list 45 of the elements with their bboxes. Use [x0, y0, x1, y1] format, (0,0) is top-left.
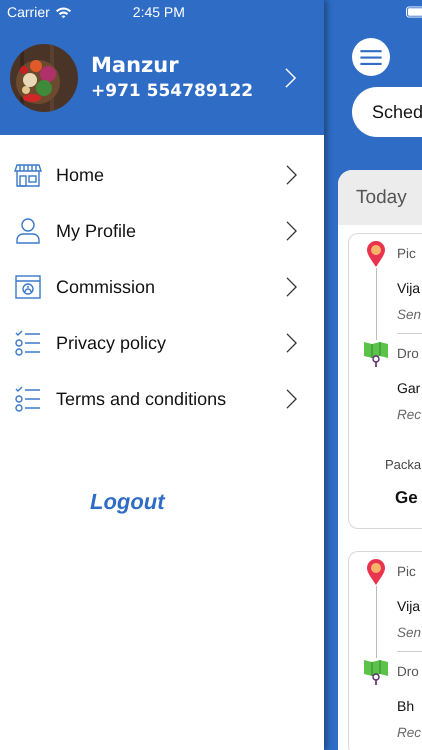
- pickup-label: Pic: [397, 245, 417, 263]
- order-card[interactable]: Pic Vija Sen Dro Gar Rec Packa Ge: [348, 233, 422, 529]
- sender-label: Sen: [397, 306, 422, 324]
- logout-link[interactable]: Logout: [90, 489, 165, 515]
- user-phone: +971 554789122: [91, 80, 254, 103]
- carrier-label: Carrier: [7, 4, 50, 20]
- menu-item[interactable]: Commission: [0, 259, 324, 315]
- drop-name: Gar: [397, 379, 422, 398]
- person-icon: [14, 217, 42, 245]
- map-pin-icon: [366, 558, 386, 586]
- menu-item[interactable]: Home: [0, 147, 324, 203]
- menu-item[interactable]: Terms and conditions: [0, 371, 324, 427]
- status-time: 2:45 PM: [132, 4, 185, 20]
- map-pin-icon: [366, 240, 386, 268]
- drop-label: Dro: [397, 663, 420, 681]
- package-type: Ge: [395, 488, 419, 508]
- map-icon: [363, 340, 389, 368]
- checklist-icon: [14, 385, 42, 413]
- browser-window-icon: [14, 273, 42, 301]
- drop-name: Bh: [397, 697, 416, 716]
- chevron-right-icon: [286, 276, 297, 298]
- menu-button[interactable]: [352, 38, 390, 76]
- tab[interactable]: Sched: [352, 87, 422, 137]
- map-icon: [363, 658, 389, 686]
- menu-item[interactable]: My Profile: [0, 203, 324, 259]
- receiver-label: Rec: [397, 406, 422, 424]
- section-header: Today: [338, 170, 422, 225]
- checklist-icon: [14, 329, 42, 357]
- sender-label: Sen: [397, 624, 422, 642]
- menu-item[interactable]: Privacy policy: [0, 315, 324, 371]
- pickup-label: Pic: [397, 563, 417, 581]
- order-card[interactable]: Pic Vija Sen Dro Bh Rec: [348, 551, 422, 750]
- chevron-right-icon: [286, 332, 297, 354]
- chevron-right-icon: [286, 164, 297, 186]
- pickup-name: Vija: [397, 597, 422, 616]
- user-name: Manzur: [91, 52, 180, 78]
- chevron-right-icon[interactable]: [285, 67, 296, 89]
- chevron-right-icon: [286, 388, 297, 410]
- package-label: Packa: [385, 457, 422, 472]
- chevron-right-icon: [286, 220, 297, 242]
- drop-label: Dro: [397, 345, 420, 363]
- wifi-icon: [54, 6, 72, 18]
- receiver-label: Rec: [397, 724, 422, 742]
- menu-icon: [360, 48, 382, 66]
- pickup-name: Vija: [397, 279, 422, 298]
